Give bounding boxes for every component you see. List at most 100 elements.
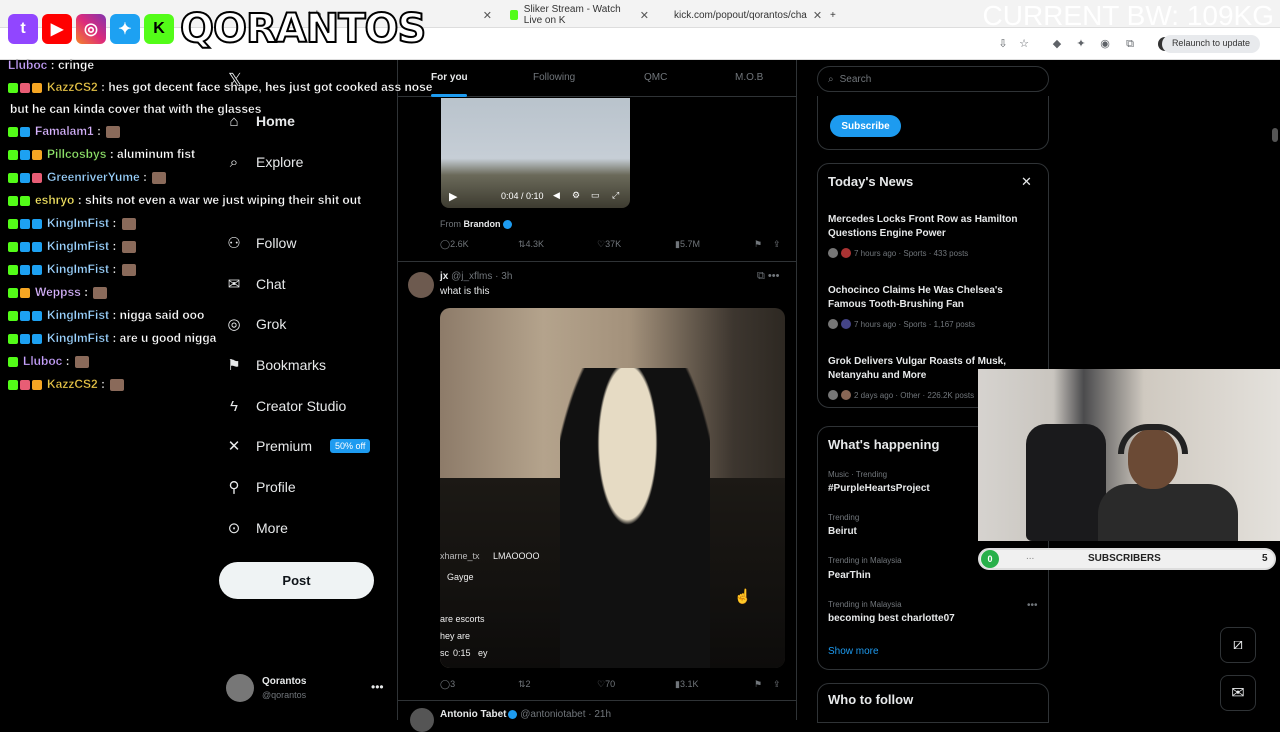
chat-username: Lluboc (8, 58, 48, 72)
install-icon[interactable]: ⇩ (996, 37, 1010, 51)
nav-item-premium[interactable]: ✕ Premium 50% off (226, 431, 371, 461)
tweet-video[interactable]: xharne_tx LMAOOOO Gayge are escorts hey … (440, 308, 785, 668)
nav-label: More (256, 520, 288, 536)
star-icon[interactable]: ☆ (1017, 37, 1031, 51)
volume-icon[interactable]: ◀ (553, 190, 560, 201)
chat-username: KingImFist (47, 239, 109, 253)
nav-item-profile[interactable]: ⚲ Profile (226, 472, 296, 502)
more-icon[interactable]: ••• (1027, 600, 1038, 611)
video-caption: are escorts (440, 614, 485, 624)
badge-icon (8, 149, 18, 160)
video-person (560, 368, 710, 668)
trend-name[interactable]: #PurpleHeartsProject (828, 483, 930, 494)
tab-following[interactable]: Following (533, 72, 575, 83)
new-tab-button[interactable]: + (822, 4, 844, 26)
person-icon: ⚲ (228, 479, 240, 496)
subscriber-goal-start: 0 (981, 550, 999, 568)
trend-name[interactable]: becoming best charlotte07 (828, 613, 955, 624)
avatar (828, 319, 838, 329)
chat-username: Famalam1 (35, 124, 94, 138)
settings-icon[interactable]: ⚙ (572, 190, 580, 201)
emote-icon (121, 263, 136, 276)
chat-message: Famalam1 : (8, 124, 121, 138)
tab-label: kick.com/popout/qorantos/cha (674, 9, 807, 21)
source-name[interactable]: Brandon (464, 219, 501, 229)
messages-float-button[interactable]: ✉ (1220, 675, 1256, 711)
browser-tab[interactable]: kick.com/popout/qorantos/cha ✕ (660, 4, 822, 26)
author-handle[interactable]: @antoniotabet (520, 709, 585, 720)
news-headline[interactable]: Mercedes Locks Front Row as Hamilton Que… (828, 213, 1028, 241)
badge-icon (8, 310, 18, 321)
show-more-link[interactable]: Show more (828, 646, 879, 657)
extension-icon[interactable]: ◉ (1098, 37, 1112, 51)
chat-text: but he can kinda cover that with the gla… (10, 102, 262, 116)
streamer-brand: QORANTOS (179, 5, 427, 53)
chat-separator: : (47, 58, 58, 72)
search-input[interactable]: ⌕ Search (817, 66, 1049, 92)
like-count: 70 (605, 679, 616, 689)
chat-username: KingImFist (47, 216, 109, 230)
close-icon[interactable]: ✕ (640, 9, 649, 22)
chat-text: hes got decent face shape, hes just got … (108, 80, 433, 94)
extension-icon[interactable]: ◆ (1050, 37, 1064, 51)
bookmark-icon[interactable]: ⚑ (754, 679, 762, 690)
chat-separator: : (97, 377, 109, 391)
chat-message: Lluboc : cringe (8, 58, 94, 72)
news-meta-text: 7 hours ago · Sports · 433 posts (854, 248, 969, 258)
badge-icon (32, 218, 42, 229)
like-button[interactable]: ♡ 37K (597, 239, 621, 250)
who-to-follow-title: Who to follow (828, 692, 914, 707)
subscribe-button[interactable]: Subscribe (830, 115, 901, 137)
plus-icon: + (830, 9, 836, 21)
puzzle-icon[interactable]: ⧉ (1123, 37, 1137, 51)
repost-button[interactable]: ⇅ 4.3K (518, 239, 544, 250)
close-icon[interactable]: ✕ (813, 9, 822, 22)
tab-qmc[interactable]: QMC (644, 72, 667, 83)
browser-tab[interactable]: Sliker Stream - Watch Live on K ✕ (502, 4, 657, 26)
fullscreen-icon[interactable]: ⤢ (612, 190, 619, 201)
badge-icon (8, 356, 18, 367)
repost-count: 2 (525, 679, 531, 689)
like-button[interactable]: ♡ 70 (597, 679, 615, 690)
pip-icon[interactable]: ▭ (591, 190, 600, 201)
badge-icon (20, 333, 30, 344)
post-button[interactable]: Post (219, 562, 374, 599)
close-icon[interactable]: ✕ (483, 9, 492, 22)
repost-button[interactable]: ⇅ 2 (518, 679, 531, 690)
tab-mob[interactable]: M.O.B (735, 72, 763, 83)
chat-text: shits not even a war we just wiping thei… (85, 193, 362, 207)
chat-separator: : (109, 216, 120, 230)
views-button[interactable]: ▮ 3.1K (675, 679, 698, 690)
news-headline[interactable]: Ochocinco Claims He Was Chelsea's Famous… (828, 284, 1028, 312)
account-switcher[interactable]: Qorantos @qorantos ••• (226, 672, 386, 704)
badge-icon (20, 82, 30, 93)
reply-button[interactable]: ◯ 3 (440, 679, 455, 690)
chat-message: KazzCS2 : (8, 377, 125, 391)
close-icon[interactable]: ✕ (1021, 174, 1032, 190)
badge-icon (32, 172, 42, 183)
trend-name[interactable]: Beirut (828, 526, 857, 537)
webcam-feed (978, 369, 1280, 541)
nav-item-more[interactable]: ⊙ More (226, 513, 288, 543)
scroll-thumb[interactable] (1272, 128, 1278, 142)
badge-icon (8, 126, 18, 137)
chat-username: KingImFist (47, 331, 109, 345)
chat-separator: : (109, 262, 120, 276)
instagram-icon: ◎ (76, 14, 106, 44)
more-icon[interactable]: ••• (768, 270, 780, 282)
grok-icon[interactable]: ⧉ (757, 270, 765, 282)
stream-logos: t ▶ ◎ ✦ K QORANTOS (8, 4, 427, 54)
bookmark-icon[interactable]: ⚑ (754, 239, 762, 250)
extension-icon[interactable]: ✦ (1074, 37, 1088, 51)
views-button[interactable]: ▮ 5.7M (675, 239, 700, 250)
share-icon[interactable]: ⇪ (773, 679, 781, 690)
trend-name[interactable]: PearThin (828, 570, 871, 581)
avatar[interactable] (410, 708, 434, 732)
author-name[interactable]: Antonio Tabet (440, 709, 506, 720)
grok-float-button[interactable]: ⧄ (1220, 627, 1256, 663)
relaunch-button[interactable]: Relaunch to update (1161, 35, 1260, 53)
share-icon[interactable]: ⇪ (773, 239, 781, 250)
badge-icon (20, 149, 30, 160)
tweet-menu[interactable]: ⧉ ••• (757, 270, 779, 283)
chat-message: eshryo : shits not even a war we just wi… (8, 193, 361, 207)
